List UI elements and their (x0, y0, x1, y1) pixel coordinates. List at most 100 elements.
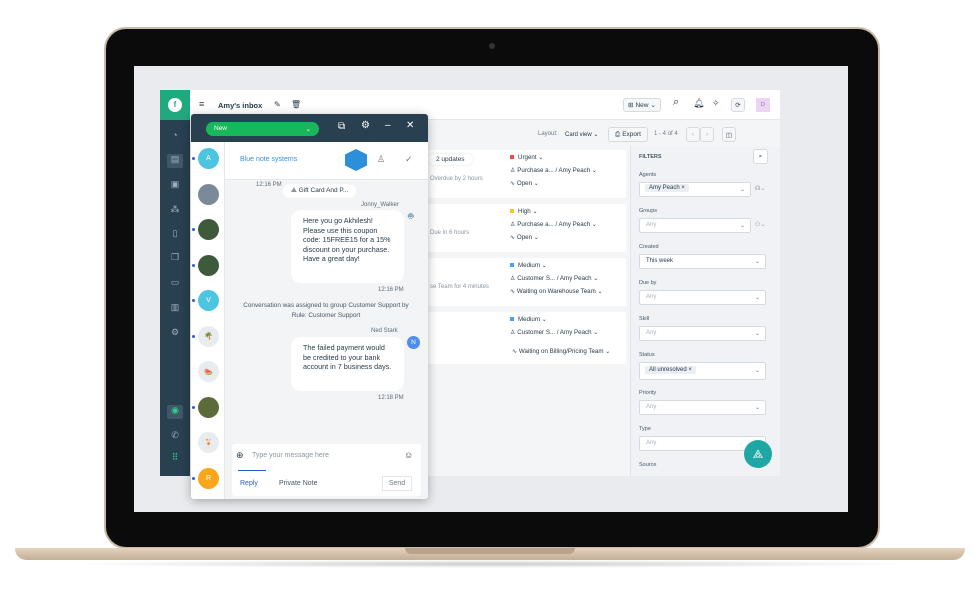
priority-dot (510, 317, 514, 321)
send-button[interactable]: Send (382, 476, 412, 491)
conversation-avatar[interactable] (198, 396, 219, 418)
settings-icon[interactable]: ⚙ (167, 327, 183, 341)
unread-dot (192, 476, 195, 480)
group-type-icon[interactable]: ⚇⌄ (755, 221, 765, 228)
chat-widget: New ⌄ ⧉ ⚙ – ✕ A V 🌴 🍉 🍹 R Blue note systems ♙ … (191, 114, 428, 499)
agents-select[interactable]: Amy Peach × ⌄ (639, 182, 751, 197)
layout-select[interactable]: Card view ⌄ (565, 131, 598, 138)
emoji-icon[interactable]: ☺ (404, 450, 413, 460)
contact-name[interactable]: Blue note systems (240, 156, 297, 163)
status-select[interactable]: ∿ Waiting on Billing/Pricing Team ⌄ (512, 348, 610, 355)
trash-icon[interactable]: 🗑 (291, 100, 301, 109)
apps-fab-button[interactable]: ⟁ (744, 440, 772, 468)
prev-page-button[interactable]: ‹ (686, 127, 700, 142)
minimize-icon[interactable]: – (385, 120, 391, 131)
ticket-card[interactable]: se Team for 4 minutes Medium ⌄ ♙ Custome… (428, 258, 626, 306)
message-text: The failed payment would be credited to … (303, 343, 392, 372)
edit-icon[interactable]: ✎ (274, 100, 281, 109)
freshchat-icon[interactable]: ◉ (167, 405, 183, 419)
created-select[interactable]: This week ⌄ (639, 254, 766, 269)
conversation-avatar[interactable]: 🌴 (198, 325, 219, 347)
priority-filter-select[interactable]: Any ⌄ (639, 400, 766, 415)
priority-select[interactable]: Medium ⌄ (510, 316, 547, 323)
assignee-select[interactable]: ♙ Purchase a... / Amy Peach ⌄ (510, 167, 597, 174)
menu-icon[interactable]: ≡ (199, 99, 204, 109)
assignee-select[interactable]: ♙ Customer S... / Amy Peach ⌄ (510, 329, 598, 336)
conversation-avatar[interactable] (198, 183, 219, 205)
groups-icon[interactable]: ⁂ (167, 204, 183, 218)
agent-chip[interactable]: Amy Peach × (645, 184, 689, 192)
logo-icon[interactable]: f (160, 90, 190, 120)
conversation-avatar[interactable]: 🍹 (198, 432, 219, 453)
ticket-card[interactable]: 2 updates Overdue by 2 hours Urgent ⌄ ♙ … (428, 150, 626, 198)
conversation-avatar[interactable]: R (198, 467, 219, 489)
private-note-tab[interactable]: Private Note (279, 480, 318, 487)
search-icon[interactable]: ⌕ (673, 96, 679, 109)
agent-type-icon[interactable]: ☊⌄ (755, 185, 765, 192)
bell-icon[interactable]: 🔔︎ (693, 98, 704, 109)
conversation-avatar[interactable]: V (198, 290, 219, 311)
phone-icon[interactable]: ✆ (167, 430, 183, 444)
toolbar: Layout: Card view ⌄ ⎙ Export 1 - 4 of 4 ‹… (428, 124, 780, 146)
ticket-card[interactable]: Due in 6 hours High ⌄ ♙ Purchase a... / … (428, 204, 626, 252)
assign-icon[interactable]: ♙ (377, 154, 385, 165)
priority-value: Medium (518, 316, 541, 323)
chat-icon[interactable]: ❐ (167, 252, 183, 266)
assignee-select[interactable]: ♙ Purchase a... / Amy Peach ⌄ (510, 221, 597, 228)
conversation-avatar[interactable] (198, 219, 219, 240)
new-button[interactable]: ⊞ New ⌄ (623, 98, 661, 112)
refresh-button[interactable]: ⟳ (731, 98, 745, 112)
priority-select[interactable]: Urgent ⌄ (510, 154, 543, 161)
export-button[interactable]: ⎙ Export (608, 127, 648, 142)
next-page-button[interactable]: › (700, 127, 714, 142)
inbox-title: Amy's inbox (218, 101, 263, 110)
updates-badge[interactable]: 2 updates (428, 154, 473, 165)
status-select[interactable]: ∿ Waiting on Warehouse Team ⌄ (510, 288, 603, 295)
resolve-check-icon[interactable]: ✓ (405, 154, 413, 165)
avatar[interactable]: D (756, 98, 770, 112)
reports-icon[interactable]: ▥ (167, 302, 183, 316)
book-icon[interactable]: ▯ (167, 228, 183, 242)
status-chip[interactable]: All unresolved × (645, 366, 696, 374)
magic-icon[interactable]: ✧ (712, 98, 720, 109)
ticket-card[interactable]: Medium ⌄ ♙ Customer S... / Amy Peach ⌄ ∿… (428, 312, 626, 364)
groups-select[interactable]: Any ⌄ (639, 218, 751, 233)
status-filter-select[interactable]: All unresolved × ⌄ (639, 362, 766, 380)
pagination: 1 - 4 of 4 (654, 131, 678, 137)
status-dropdown[interactable]: New ⌄ (206, 122, 319, 136)
gear-icon[interactable]: ⚙ (361, 120, 370, 131)
popout-icon[interactable]: ⧉ (338, 121, 345, 132)
bot-icon: 🤖︎ (408, 211, 414, 221)
groups-label: Groups (639, 208, 658, 214)
skill-select[interactable]: Any ⌄ (639, 326, 766, 341)
ticket-cards: 2 updates Overdue by 2 hours Urgent ⌄ ♙ … (428, 150, 626, 476)
conversation-avatar[interactable] (198, 254, 219, 276)
dashboard-icon[interactable]: ◔ (167, 130, 183, 144)
message-author: Jonny_Walker (361, 202, 399, 208)
contacts-icon[interactable]: ▣ (167, 179, 183, 193)
message-input[interactable]: Type your message here (252, 452, 329, 459)
status-select[interactable]: ∿ Open ⌄ (510, 180, 539, 187)
conversation-avatar[interactable]: 🍉 (198, 361, 219, 382)
priority-select[interactable]: Medium ⌄ (510, 262, 547, 269)
webcam (489, 43, 495, 49)
system-message: Conversation was assigned to group Custo… (243, 302, 409, 319)
assignee-value: Purchase a... / Amy Peach (517, 221, 591, 228)
apps-icon[interactable]: ⠿ (167, 452, 183, 466)
assignee-select[interactable]: ♙ Customer S... / Amy Peach ⌄ (510, 275, 598, 282)
timestamp: 12:16 PM (378, 287, 404, 293)
attach-icon[interactable]: ⊕ (236, 450, 244, 461)
tickets-icon[interactable]: ▤ (167, 154, 183, 168)
chevron-down-icon: ⌄ (754, 295, 760, 301)
toggle-filters-button[interactable]: ◫ (722, 127, 736, 142)
dueby-select[interactable]: Any ⌄ (639, 290, 766, 305)
filter-search-button[interactable]: ⌕ (753, 149, 768, 164)
reply-tab[interactable]: Reply (240, 480, 258, 487)
conversation-avatar[interactable]: A (198, 148, 219, 169)
status-select[interactable]: ∿ Open ⌄ (510, 234, 539, 241)
skill-value: Any (646, 330, 657, 336)
close-icon[interactable]: ✕ (406, 120, 414, 131)
message-bubble: Here you go Akhilesh! Please use this co… (291, 210, 404, 283)
priority-select[interactable]: High ⌄ (510, 208, 538, 215)
archive-icon[interactable]: ▭ (167, 277, 183, 291)
